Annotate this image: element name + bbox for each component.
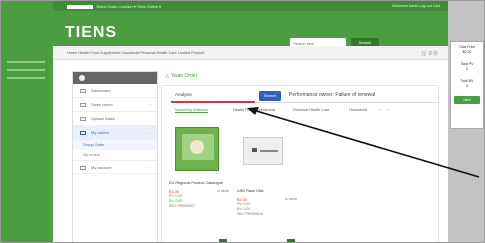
tiens-logo[interactable]: TIENS <box>65 24 117 42</box>
product-card[interactable]: USB Flash Disk €5.00 In stock PV: 0.00 B… <box>237 127 297 242</box>
total-bv: Total BV 0 <box>451 79 483 88</box>
sidebar-item-label: My account <box>91 165 112 170</box>
total-pv-value: 0 <box>466 66 468 71</box>
main-content: △ Team Order Analysis Search Performance … <box>161 71 445 242</box>
category-tab-marketing[interactable]: Marketing Materials <box>175 108 209 113</box>
dashboard-icon <box>80 89 86 93</box>
decorative-lines <box>7 61 45 85</box>
sidebar-item-my-account[interactable]: My account › <box>73 160 157 174</box>
add-to-cart-button[interactable] <box>287 239 295 242</box>
top-left-links[interactable]: Select Order Location ▾ Tiens Online ▾ <box>67 4 161 9</box>
product-name[interactable]: EU Regional Product Catalogue <box>169 181 229 186</box>
orders-icon <box>80 131 86 135</box>
product-name[interactable]: USB Flash Disk <box>237 189 297 194</box>
tab-analysis[interactable]: Analysis <box>171 89 255 103</box>
total-price-value: €0.00 <box>462 49 472 54</box>
category-tab-health-food[interactable]: Health Food Supplement <box>233 108 275 112</box>
site-header: TIENS Search <box>53 11 448 48</box>
top-left-text[interactable]: Select Order Location ▾ Tiens Online ▾ <box>96 5 161 9</box>
total-price: Total Price €0.00 <box>451 45 483 54</box>
sidebar-item-dashboard[interactable]: Dashboard <box>73 84 157 98</box>
screenshot-frame: Select Order Location ▾ Tiens Online ▾ W… <box>0 0 485 243</box>
location-select[interactable] <box>67 5 93 9</box>
sidebar-item-label: Upload Sales <box>91 116 115 121</box>
page-title: △ Team Order <box>165 73 197 79</box>
sidebar-item-label: My orders <box>91 130 109 135</box>
top-right-links[interactable]: Welcome back! Log out Cart <box>392 4 440 8</box>
chevron-left-icon[interactable]: ‹ <box>379 108 380 112</box>
category-links[interactable]: Home Health Food Supplement Household Pe… <box>67 51 204 55</box>
add-to-cart-button[interactable] <box>219 239 227 242</box>
sidebar-subitem-group-order[interactable]: Group Order <box>73 140 157 150</box>
usb-card-image[interactable] <box>243 137 283 165</box>
cart-icon[interactable]: 🛒 0 Ⓡ <box>421 50 438 57</box>
chevron-right-icon: › <box>149 165 151 170</box>
category-tab-household[interactable]: Household <box>349 108 367 112</box>
sidebar-item-label: Sales report <box>91 102 113 107</box>
stock-status: In stock <box>216 189 229 193</box>
user-icon <box>79 75 85 81</box>
product-sku: SKU: PR0000007 <box>169 204 196 208</box>
top-bar: Select Order Location ▾ Tiens Online ▾ W… <box>53 1 448 11</box>
sidebar-item-my-orders[interactable]: My orders ⌄ <box>73 126 157 140</box>
sidebar-item-label: Dashboard <box>91 88 111 93</box>
left-brand-strip <box>1 1 53 242</box>
sidebar-item-sales-report[interactable]: Sales report › <box>73 98 157 112</box>
tab-search-button[interactable]: Search <box>259 91 281 101</box>
sidebar-header <box>73 72 157 84</box>
order-summary-panel: Total Price €0.00 Total PV 0 Total BV 0 … <box>450 41 484 129</box>
total-pv: Total PV 0 <box>451 62 483 71</box>
tabs-row: Analysis Search Performance owner: Failu… <box>171 89 439 103</box>
product-sku: SKU: PR0000035 <box>237 212 264 216</box>
stock-status: In stock <box>284 197 297 201</box>
product-card[interactable]: EU Regional Product Catalogue €3.00 In s… <box>169 127 229 242</box>
chevron-right-icon: › <box>149 102 151 107</box>
category-nav: Home Health Food Supplement Household Pe… <box>53 46 448 60</box>
tab-performance[interactable]: Performance owner: Failure of renewal <box>289 89 375 101</box>
chevron-down-icon: ⌄ <box>147 130 151 135</box>
upload-icon <box>80 117 86 121</box>
category-tab-personal-care[interactable]: Personal Health Care <box>293 108 329 112</box>
catalogue-image[interactable] <box>175 127 219 171</box>
sidebar-item-upload-sales[interactable]: Upload Sales <box>73 112 157 126</box>
next-button[interactable]: Next <box>454 96 480 104</box>
page: Select Order Location ▾ Tiens Online ▾ W… <box>53 1 448 242</box>
total-bv-value: 0 <box>466 83 468 88</box>
account-icon <box>80 166 86 170</box>
category-tabs: Marketing Materials Health Food Suppleme… <box>171 106 439 116</box>
account-sidebar: Dashboard Sales report › Upload Sales My… <box>72 71 158 242</box>
back-arrow-icon[interactable]: △ <box>165 73 169 79</box>
chevron-right-icon[interactable]: › <box>387 108 388 112</box>
page-title-text: Team Order <box>170 73 198 79</box>
report-icon <box>80 103 86 107</box>
sidebar-subitem-my-orders[interactable]: My orders <box>73 150 157 160</box>
